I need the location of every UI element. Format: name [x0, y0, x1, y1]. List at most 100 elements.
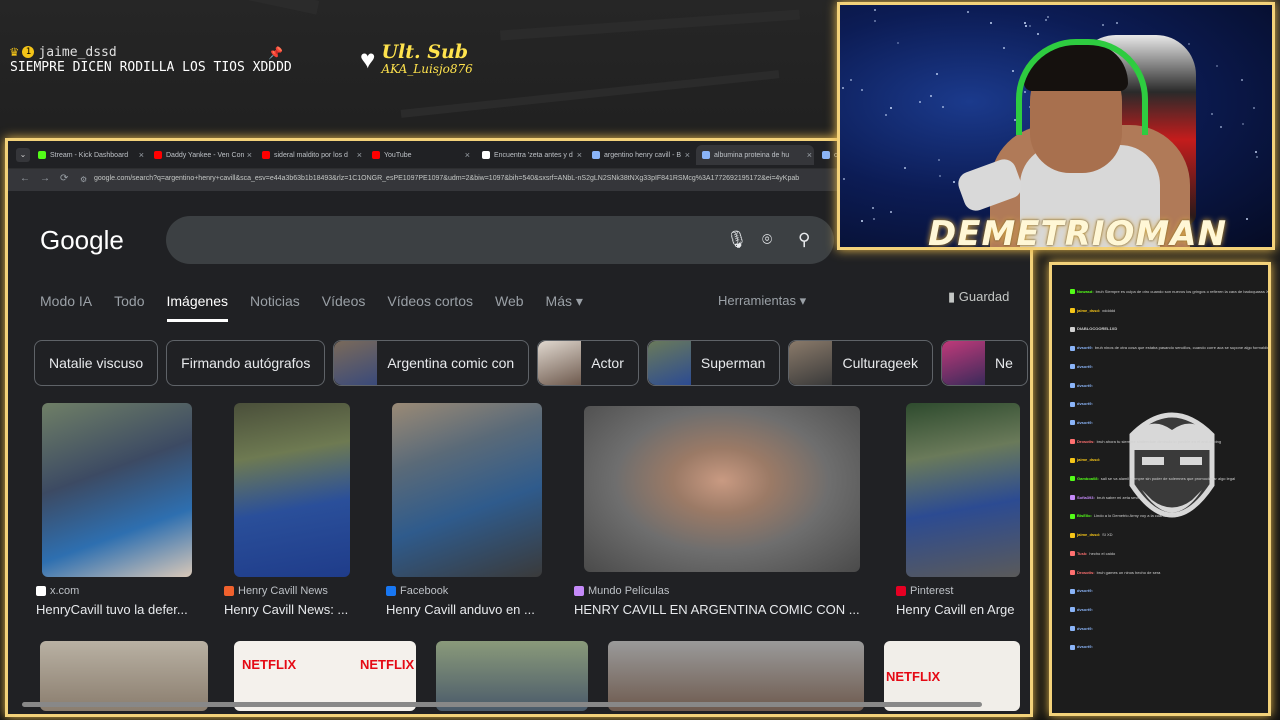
tab-favicon-icon: [482, 151, 490, 159]
result-image[interactable]: [392, 403, 542, 577]
saved-button[interactable]: ▮ Guardad: [948, 289, 1009, 305]
related-chip[interactable]: Actor: [537, 340, 639, 386]
chat-message: BisEllo: Lindo a lo Demetrio Army voy a l…: [1070, 513, 1177, 519]
star-dot: [1025, 25, 1027, 27]
google-logo[interactable]: Google: [40, 225, 124, 256]
result-image[interactable]: [436, 641, 588, 711]
pin-icon: 📌: [268, 46, 283, 60]
site-info-icon[interactable]: ⚙: [80, 175, 87, 184]
star-dot: [1242, 123, 1244, 125]
result-image[interactable]: [608, 641, 864, 711]
related-chip-label: Argentina comic con: [387, 355, 515, 371]
chat-username: Drosotis:: [1077, 438, 1095, 444]
browser-tab[interactable]: albumina proteina de hu ×: [696, 145, 814, 165]
browser-tab[interactable]: argentino henry cavill - B ×: [586, 145, 692, 165]
pinned-chat-user: ♛ 1 jaime_dssd: [10, 44, 292, 60]
result-image[interactable]: NETFLIX: [884, 641, 1020, 711]
result-source[interactable]: x.com: [36, 585, 79, 597]
star-dot: [1188, 43, 1190, 45]
tools-button[interactable]: Herramientas ▾: [718, 293, 806, 309]
star-dot: [861, 89, 863, 91]
star-dot: [1045, 19, 1047, 21]
filter-tab[interactable]: Vídeos: [322, 293, 366, 322]
chat-username: dvsort9:: [1077, 401, 1093, 407]
result-caption[interactable]: Henry Cavill anduvo en ...: [386, 602, 535, 617]
star-dot: [1003, 47, 1005, 49]
chat-text: bruh games un ninos hecho de sera: [1096, 569, 1161, 575]
chip-thumbnail: [538, 341, 582, 385]
result-image[interactable]: [40, 641, 208, 711]
related-chip[interactable]: Culturageek: [788, 340, 933, 386]
filter-tab[interactable]: Todo: [114, 293, 144, 322]
chat-badge-icon: [1070, 607, 1075, 613]
forward-icon[interactable]: →: [40, 173, 50, 184]
star-dot: [1024, 22, 1026, 24]
back-icon[interactable]: ←: [20, 173, 30, 184]
tab-close-icon[interactable]: ×: [247, 150, 252, 160]
chat-message: dvsort9:: [1070, 419, 1095, 426]
filter-tab[interactable]: Vídeos cortos: [387, 293, 473, 322]
filter-tab[interactable]: Imágenes: [166, 293, 228, 322]
result-image[interactable]: NETFLIX NETFLIX: [234, 641, 416, 711]
star-dot: [967, 11, 969, 13]
related-chip[interactable]: Ne: [940, 340, 1028, 386]
result-caption[interactable]: HenryCavill tuvo la defer...: [36, 602, 188, 617]
browser-tab[interactable]: Daddy Yankee - Ven Con ×: [148, 145, 254, 165]
heart-icon: ♥: [360, 44, 376, 74]
result-image[interactable]: [42, 403, 192, 577]
chat-username: Sofia393:: [1077, 494, 1095, 500]
filter-tab[interactable]: Web: [495, 293, 524, 322]
tab-close-icon[interactable]: ×: [465, 150, 470, 160]
result-caption[interactable]: HENRY CAVILL EN ARGENTINA COMIC CON ...: [574, 602, 860, 617]
chip-thumbnail: [789, 341, 833, 385]
star-dot: [1220, 126, 1222, 128]
search-input[interactable]: 🎙 ⌾ ⚲: [166, 216, 834, 264]
browser-tab[interactable]: sideral maldito por los d ×: [256, 145, 364, 165]
chat-badge-icon: [1070, 345, 1075, 351]
browser-tab[interactable]: Encuentra 'zeta antes y d ×: [476, 145, 584, 165]
horizontal-scrollbar[interactable]: [22, 702, 982, 707]
result-caption[interactable]: Henry Cavill News: ...: [224, 602, 348, 617]
chat-username: dvsort9:: [1077, 419, 1093, 425]
filter-tab[interactable]: Noticias: [250, 293, 300, 322]
related-chip[interactable]: Firmando autógrafos: [166, 340, 326, 386]
chat-username: Tusk:: [1077, 550, 1088, 556]
star-dot: [1047, 16, 1049, 18]
result-source[interactable]: Facebook: [386, 585, 448, 597]
search-icon[interactable]: ⚲: [798, 230, 810, 250]
result-image[interactable]: [584, 406, 860, 572]
result-source[interactable]: Henry Cavill News: [224, 585, 328, 597]
filter-tab[interactable]: Más ▾: [546, 293, 583, 322]
lens-icon[interactable]: ⌾: [762, 230, 772, 250]
url-field[interactable]: google.com/search?q=argentino+henry+cavi…: [94, 175, 799, 182]
tab-close-icon[interactable]: ×: [139, 150, 144, 160]
chat-badge-icon: [1070, 457, 1075, 463]
related-chip[interactable]: Natalie viscuso: [34, 340, 159, 386]
chat-badge-icon: [1070, 420, 1075, 426]
related-chip[interactable]: Argentina comic con: [333, 340, 530, 386]
bookmark-icon: ▮: [948, 289, 956, 304]
tab-close-icon[interactable]: ×: [577, 150, 582, 160]
result-source[interactable]: Pinterest: [896, 585, 953, 597]
chat-badge-icon: [1070, 308, 1075, 314]
filter-tab[interactable]: Modo IA: [40, 293, 92, 322]
chat-message: dvsort9: bruh ninos de otra cosa que esta…: [1070, 345, 1268, 351]
microphone-icon[interactable]: 🎙: [726, 230, 748, 250]
browser-tab[interactable]: YouTube ×: [366, 145, 472, 165]
chat-message: DIABLOCOOREL1XD: [1070, 326, 1119, 332]
result-source[interactable]: Mundo Películas: [574, 585, 669, 597]
chat-badge-icon: [1070, 626, 1075, 632]
reload-icon[interactable]: ⟳: [60, 173, 68, 184]
result-caption[interactable]: Henry Cavill en Arge: [896, 602, 1015, 617]
netflix-text: NETFLIX: [242, 657, 297, 672]
related-chip[interactable]: Superman: [646, 340, 781, 386]
star-dot: [953, 181, 955, 183]
tab-close-icon[interactable]: ×: [685, 150, 690, 160]
browser-tab[interactable]: Stream - Kick Dashboard ×: [32, 145, 146, 165]
result-image[interactable]: [906, 403, 1020, 577]
tab-search-button[interactable]: ⌄: [16, 148, 30, 162]
related-chip-label: Firmando autógrafos: [181, 355, 311, 371]
tab-close-icon[interactable]: ×: [807, 150, 812, 160]
tab-close-icon[interactable]: ×: [357, 150, 362, 160]
result-image[interactable]: [234, 403, 350, 577]
